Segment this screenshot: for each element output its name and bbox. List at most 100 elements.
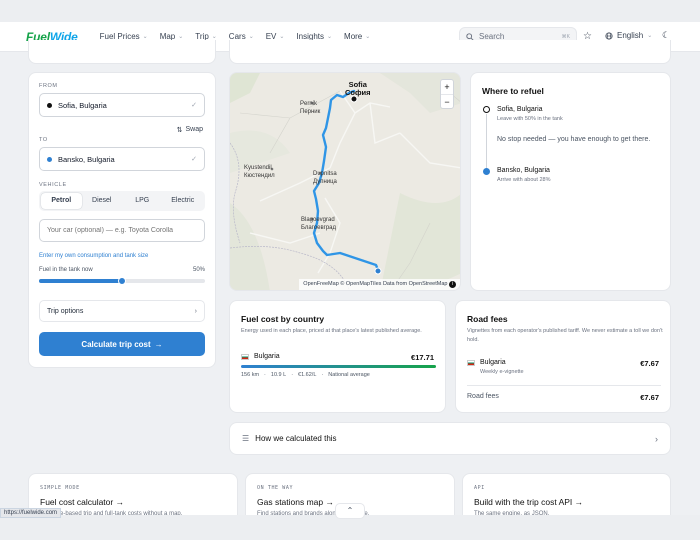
promo-tag: SIMPLE MODE (40, 485, 80, 491)
info-icon[interactable]: i (449, 281, 456, 288)
city-alt-name: Благоевград (301, 224, 336, 231)
chevron-down-icon: ⌄ (647, 33, 653, 39)
map-attribution: OpenFreeMap © OpenMapTiles Data from Ope… (299, 279, 460, 290)
divider (467, 385, 661, 386)
separator: · (291, 372, 294, 378)
bulgaria-flag-icon (467, 359, 475, 366)
start-marker-icon (483, 106, 490, 113)
fuel-option-petrol[interactable]: Petrol (41, 193, 82, 209)
route-map[interactable]: Sofia София Pernik Перник Kyustendil Кюстен… (229, 72, 461, 291)
tank-percent: 50% (192, 267, 205, 273)
refuel-panel: Where to refuel Sofia, Bulgaria Leave wi… (470, 72, 671, 291)
start-place: Sofia, Bulgaria (497, 106, 543, 113)
fuel-type-selector: Petrol Diesel LPG Electric (39, 191, 205, 211)
road-fees-total: €7.67 (640, 393, 659, 402)
tank-slider[interactable] (39, 277, 205, 285)
bulgaria-flag-icon (241, 353, 249, 360)
promo-title: Fuel cost calculator → (40, 497, 125, 507)
chevron-down-icon: ⌄ (178, 34, 184, 40)
vehicle-label: VEHICLE (39, 182, 67, 188)
check-icon: ✓ (191, 102, 197, 109)
end-note: Arrive with about 28% (497, 177, 551, 183)
fuel-option-lpg[interactable]: LPG (122, 193, 163, 209)
road-fee-country: Bulgaria (480, 359, 506, 366)
city-alt-name: Кюстендил (244, 172, 275, 179)
city-sofia: Sofia София (345, 81, 371, 97)
city-alt-name: Дупница (313, 178, 337, 185)
promo-tag: API (474, 485, 485, 491)
chevron-down-icon: ⌄ (142, 34, 148, 40)
tank-slider-thumb[interactable] (118, 277, 126, 285)
destination-dot-icon (47, 156, 52, 162)
chevron-down-icon: ⌄ (279, 34, 285, 40)
chevron-right-icon: › (194, 307, 197, 315)
fuel-cost-details: 156 km · 10.9 L · €1.62/L · National averag… (241, 372, 370, 378)
promo-title: Gas stations map → (257, 497, 335, 507)
city-name: Pernik (300, 101, 318, 107)
browser-top-area (0, 0, 700, 22)
fuel-country-row: Bulgaria (241, 353, 280, 360)
city-kyustendil: Kyustendil Кюстендил (244, 165, 275, 180)
origin-dot-icon (47, 102, 52, 108)
swap-button[interactable]: ⇅ Swap (177, 126, 203, 134)
scroll-up-button[interactable]: ⌃ (335, 503, 365, 519)
list-icon: ☰ (242, 434, 250, 443)
from-value: Sofia, Bulgaria (58, 100, 107, 110)
top-card-left (28, 40, 216, 64)
to-value: Bansko, Bulgaria (58, 154, 115, 164)
trip-options-label: Trip options (47, 307, 84, 315)
start-note: Leave with 50% in the tank (497, 116, 563, 122)
status-bar-url: https://fuelwide.com (0, 508, 62, 518)
distance-value: 156 km (241, 372, 260, 378)
tank-label: Fuel in the tank now (39, 267, 93, 273)
fuel-option-electric[interactable]: Electric (163, 193, 204, 209)
city-name: Kyustendil (244, 165, 272, 171)
city-alt-name: Перник (300, 108, 321, 115)
fuel-cost-card: Fuel cost by country Energy used in each… (229, 300, 446, 413)
destination-marker (374, 267, 382, 275)
trip-options-toggle[interactable]: Trip options › (39, 300, 205, 322)
calculate-label: Calculate trip cost (81, 339, 151, 349)
car-input[interactable] (39, 219, 205, 242)
swap-label: Swap (185, 126, 203, 133)
price-per-liter: €1.62/L (298, 372, 317, 378)
road-fee-amount: €7.67 (640, 359, 659, 368)
fuel-option-diesel[interactable]: Diesel (82, 193, 123, 209)
city-pernik: Pernik Перник (300, 101, 320, 116)
keyboard-shortcut: ⌘K (561, 33, 570, 40)
from-input[interactable]: Sofia, Bulgaria ✓ (39, 93, 205, 117)
to-input[interactable]: Bansko, Bulgaria ✓ (39, 147, 205, 171)
city-blagoevgrad: Blagoevgrad Благоевград (301, 217, 336, 232)
road-fees-subtitle: Vignettes from each operator's published… (467, 328, 663, 343)
end-place: Bansko, Bulgaria (497, 167, 550, 174)
timeline-line (486, 114, 487, 174)
fuel-cost-title: Fuel cost by country (241, 314, 325, 324)
city-name: Dupnitsa (313, 171, 337, 177)
check-icon: ✓ (191, 156, 197, 163)
road-fee-country-row: Bulgaria (467, 359, 506, 366)
zoom-out-button[interactable]: − (441, 95, 453, 109)
fuel-country-name: Bulgaria (254, 353, 280, 360)
zoom-in-button[interactable]: + (441, 80, 453, 95)
attribution-text[interactable]: OpenFreeMap © OpenMapTiles Data from Ope… (303, 281, 447, 287)
road-fees-total-label: Road fees (467, 393, 499, 400)
language-selector[interactable]: English ⌄ (605, 31, 652, 40)
city-name: Blagoevgrad (301, 217, 335, 223)
map-zoom-controls: + − (440, 79, 454, 109)
fuel-cost-bar (241, 365, 436, 368)
chevron-down-icon: ⌄ (365, 34, 371, 40)
city-dupnitsa: Dupnitsa Дупница (313, 171, 337, 186)
arrow-right-icon: → (154, 339, 163, 349)
chevron-down-icon: ⌄ (327, 34, 333, 40)
swap-icon: ⇅ (176, 127, 183, 134)
how-calculated-expander[interactable]: ☰ How we calculated this › (229, 422, 671, 455)
tank-slider-fill (39, 279, 122, 283)
custom-consumption-link[interactable]: Enter my own consumption and tank size (39, 253, 148, 259)
promo-tag: ON THE WAY (257, 485, 294, 491)
road-fees-card: Road fees Vignettes from each operator's… (455, 300, 671, 413)
refuel-title: Where to refuel (482, 86, 544, 96)
language-label: English (617, 31, 644, 40)
calculate-button[interactable]: Calculate trip cost → (39, 332, 205, 356)
fuel-cost-amount: €17.71 (411, 353, 434, 362)
end-marker-icon (483, 168, 490, 175)
